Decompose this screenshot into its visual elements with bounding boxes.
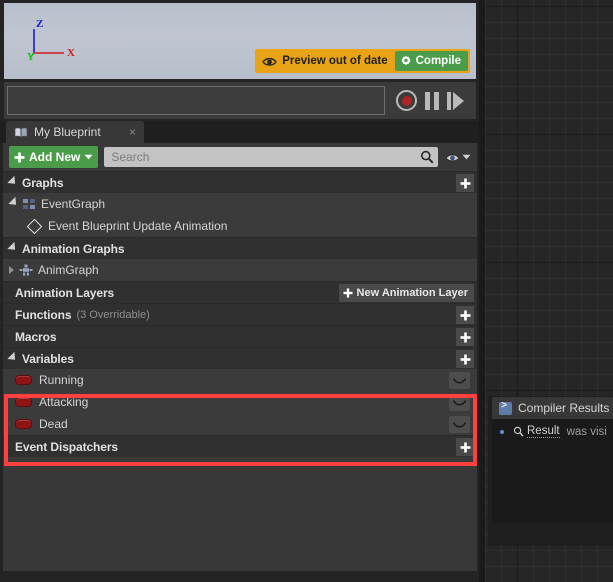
close-icon[interactable]: ×	[125, 125, 140, 139]
tree-item-animgraph[interactable]: AnimGraph	[3, 259, 477, 281]
compiler-results-panel: Compiler Results Result was visi	[488, 396, 613, 546]
compile-button-label: Compile	[415, 55, 461, 67]
visibility-filter-dropdown[interactable]	[445, 152, 471, 163]
compiler-message-text: was visi	[566, 425, 607, 438]
compiler-result-link[interactable]: Result	[527, 425, 560, 438]
compiler-message-row: Result was visi	[492, 419, 613, 438]
eye-closed-icon[interactable]	[449, 394, 470, 411]
section-macros[interactable]: Macros	[3, 325, 477, 347]
preview-out-of-date-label: Preview out of date	[282, 55, 388, 67]
step-forward-icon[interactable]	[447, 91, 464, 110]
variable-name: Attacking	[39, 395, 89, 409]
tab-my-blueprint[interactable]: My Blueprint ×	[6, 121, 144, 143]
section-variables-title: Variables	[22, 351, 74, 366]
section-graphs[interactable]: Graphs	[3, 171, 477, 193]
record-icon[interactable]	[396, 90, 417, 111]
pause-icon[interactable]	[425, 91, 439, 110]
compile-button[interactable]: Compile	[394, 51, 468, 71]
section-graphs-title: Graphs	[22, 175, 64, 190]
chevron-down-icon	[462, 154, 471, 160]
section-animation-graphs-title: Animation Graphs	[22, 241, 125, 256]
search-placeholder: Search	[111, 150, 150, 164]
new-animation-layer-button[interactable]: New Animation Layer	[338, 284, 474, 302]
gizmo-x-label: X	[67, 47, 75, 59]
section-functions-title: Functions	[15, 307, 72, 322]
section-animation-graphs[interactable]: Animation Graphs	[3, 237, 477, 259]
book-icon	[14, 127, 28, 138]
add-variable-button[interactable]	[456, 350, 474, 368]
eye-icon	[262, 56, 278, 67]
chevron-expanded-icon	[7, 175, 19, 187]
axis-gizmo: Z X Y	[20, 19, 82, 63]
compiler-results-tabstrip: Compiler Results	[488, 396, 613, 419]
my-blueprint-toolbar: Add New Search	[3, 143, 477, 171]
variable-row[interactable]: Attacking	[3, 391, 477, 413]
event-node-label: Event Blueprint Update Animation	[48, 219, 228, 233]
plus-icon	[343, 288, 353, 298]
transport-controls	[396, 86, 476, 115]
variable-name: Running	[39, 373, 84, 387]
animation-transport-bar	[4, 82, 476, 119]
chevron-expanded-icon	[7, 351, 19, 363]
add-macro-button[interactable]	[456, 328, 474, 346]
magnifier-icon	[420, 150, 434, 164]
chevron-expanded-icon	[8, 196, 20, 209]
editor-left-column: Z X Y Preview out of date Compile My Blu…	[0, 0, 479, 582]
chevron-down-icon	[84, 154, 93, 160]
add-graph-button[interactable]	[456, 174, 474, 192]
anim-graph-icon	[19, 264, 33, 276]
preview-viewport[interactable]: Z X Y Preview out of date Compile	[4, 3, 476, 79]
panel-tabstrip: My Blueprint ×	[0, 121, 479, 143]
bullet-icon	[500, 429, 504, 434]
variable-row[interactable]: Dead	[3, 413, 477, 435]
search-input[interactable]: Search	[104, 147, 438, 167]
eye-closed-icon[interactable]	[449, 372, 470, 389]
add-event-dispatcher-button[interactable]	[456, 438, 474, 456]
tree-item-event-update-animation[interactable]: Event Blueprint Update Animation	[3, 215, 477, 237]
blueprint-tree: Graphs EventGraph Event Blueprint Update…	[3, 171, 477, 457]
boolean-pin-icon	[15, 397, 32, 407]
animgraph-label: AnimGraph	[38, 263, 99, 277]
boolean-pin-icon	[15, 375, 32, 385]
tree-item-eventgraph[interactable]: EventGraph	[3, 193, 477, 215]
new-animation-layer-label: New Animation Layer	[356, 287, 468, 299]
preview-out-of-date-badge[interactable]: Preview out of date Compile	[255, 49, 470, 73]
chevron-expanded-icon	[7, 241, 19, 253]
plus-icon	[14, 152, 25, 163]
section-functions[interactable]: Functions (3 Overridable)	[3, 303, 477, 325]
timeline-scrubber[interactable]	[7, 86, 385, 115]
section-animation-layers[interactable]: Animation Layers New Animation Layer	[3, 281, 477, 303]
event-graph-icon	[23, 198, 36, 210]
gizmo-z-label: Z	[36, 18, 44, 30]
compiler-results-body: Result was visi	[492, 419, 613, 523]
section-variables[interactable]: Variables	[3, 347, 477, 369]
boolean-pin-icon	[15, 419, 32, 429]
eye-closed-icon[interactable]	[449, 416, 470, 433]
my-blueprint-panel: Add New Search Graphs EventGraph Event B…	[3, 143, 477, 571]
chevron-collapsed-icon	[9, 266, 14, 274]
eventgraph-label: EventGraph	[41, 197, 106, 211]
add-new-button[interactable]: Add New	[9, 146, 99, 168]
section-macros-title: Macros	[15, 329, 57, 344]
console-icon	[499, 401, 512, 415]
eye-icon	[445, 152, 460, 163]
section-animation-layers-title: Animation Layers	[15, 285, 115, 300]
event-node-diamond-icon	[26, 218, 43, 234]
add-new-label: Add New	[29, 150, 81, 164]
gear-icon	[400, 55, 412, 67]
panel-divider	[478, 0, 485, 582]
variable-name: Dead	[39, 417, 68, 431]
section-event-dispatchers-title: Event Dispatchers	[15, 439, 119, 454]
compiler-results-title: Compiler Results	[518, 401, 610, 415]
variable-row[interactable]: Running	[3, 369, 477, 391]
add-function-button[interactable]	[456, 306, 474, 324]
unreal-animation-blueprint-editor: Z X Y Preview out of date Compile My Blu…	[0, 0, 613, 582]
magnifier-icon	[513, 426, 524, 437]
gizmo-y-label: Y	[27, 52, 35, 63]
tab-title: My Blueprint	[34, 125, 101, 139]
section-event-dispatchers[interactable]: Event Dispatchers	[3, 435, 477, 457]
section-functions-subtitle: (3 Overridable)	[76, 308, 150, 321]
tab-compiler-results[interactable]: Compiler Results	[492, 397, 613, 419]
